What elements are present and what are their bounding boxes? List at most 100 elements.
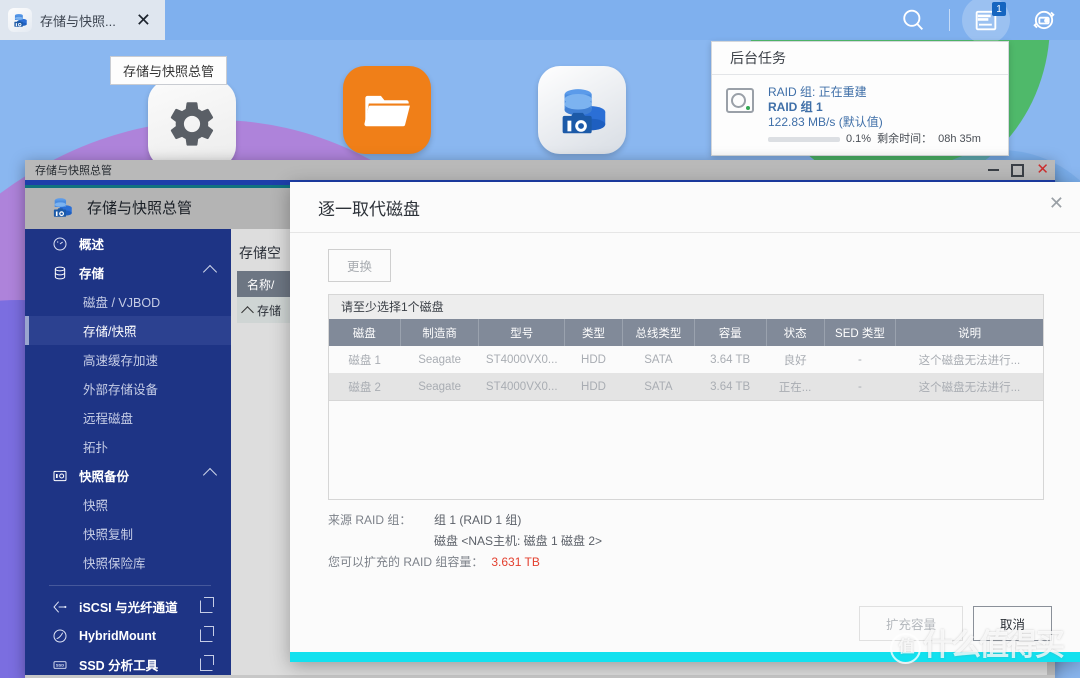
cell-remark: 这个磁盘无法进行... (895, 346, 1044, 373)
dialog-bottom-strip (290, 652, 1080, 662)
cell-capacity: 3.64 TB (694, 346, 767, 373)
column-header-status: 状态 (766, 319, 825, 346)
sidebar-item-remote-disk[interactable]: 远程磁盘 (25, 403, 231, 432)
sidebar-item-hybridmount[interactable]: HybridMount (25, 621, 231, 650)
background-task-badge: 1 (992, 2, 1006, 16)
sidebar-item-label: 磁盘 / VJBOD (83, 296, 161, 310)
chevron-up-icon[interactable] (202, 264, 218, 280)
column-header-vendor: 制造商 (400, 319, 480, 346)
window-titlebar[interactable]: 存储与快照总管 ✕ (25, 160, 1055, 180)
background-task-item[interactable]: RAID 组: 正在重建 RAID 组 1 122.83 MB/s (默认值) … (712, 75, 1008, 147)
hybridmount-glyph (53, 629, 67, 642)
window-controls: ✕ (988, 160, 1049, 180)
cell-vendor: Seagate (400, 373, 479, 401)
folder-icon (364, 95, 410, 127)
replace-button[interactable]: 更换 (328, 249, 392, 282)
info-row-disks: 磁盘 <NAS主机: 磁盘 1 磁盘 2> (328, 531, 1044, 552)
sidebar-item-overview[interactable]: 概述 (25, 229, 231, 258)
sidebar-item-snapshot-replica[interactable]: 快照复制 (25, 519, 231, 548)
sidebar-item-snapshot-backup[interactable]: 快照备份 (25, 461, 231, 490)
taskbar-divider (949, 9, 950, 31)
sidebar-item-label: 快照复制 (83, 528, 134, 542)
cell-vendor: Seagate (400, 346, 479, 373)
app-title: 存储与快照总管 (87, 199, 193, 217)
window-title: 存储与快照总管 (35, 165, 112, 177)
disk-task-icon (726, 88, 754, 113)
expandable-value: 3.631 TB (491, 555, 540, 569)
expandable-label: 您可以扩充的 RAID 组容量： (328, 555, 484, 569)
taskbar-tab-storage[interactable]: 存储与快照... ✕ (0, 0, 165, 40)
dialog-close-icon[interactable]: ✕ (1049, 194, 1064, 212)
maximize-icon[interactable] (1011, 163, 1025, 177)
disk-table-header-row: 磁盘 制造商 型号 类型 总线类型 容量 状态 SED 类型 说明 (328, 319, 1044, 346)
background-task-speed: 122.83 MB/s (默认值) (768, 115, 883, 129)
dialog-title: 逐一取代磁盘 (318, 199, 420, 219)
chevron-up-icon[interactable] (202, 467, 218, 483)
table-row[interactable]: 磁盘 1 Seagate ST4000VX0... HDD SATA 3.64 … (328, 346, 1044, 373)
cell-type: HDD (564, 346, 623, 373)
chevron-up-icon[interactable] (241, 305, 254, 319)
table-row[interactable]: 磁盘 2 Seagate ST4000VX0... HDD SATA 3.64 … (328, 373, 1044, 401)
background-task-text: RAID 组: 正在重建 RAID 组 1 122.83 MB/s (默认值) … (768, 85, 981, 147)
search-icon[interactable] (885, 0, 941, 40)
sidebar-item-iscsi-fibre[interactable]: iSCSI 与光纤通道 (25, 592, 231, 621)
remaining-value: 08h 35m (938, 133, 981, 145)
sidebar-item-external-storage[interactable]: 外部存储设备 (25, 374, 231, 403)
sidebar-item-snapshot[interactable]: 快照 (25, 490, 231, 519)
sidebar: 概述 存储 磁盘 / VJBOD 存储/快照 高速缓存加速 外部存储设备 远程磁… (25, 229, 231, 675)
taskbar-icon-group: 1 (885, 0, 1072, 44)
storage-app-icon (8, 8, 32, 32)
file-station-folder-icon[interactable] (343, 66, 431, 154)
expand-capacity-button[interactable]: 扩充容量 (858, 606, 963, 641)
sidebar-item-disks-vjbod[interactable]: 磁盘 / VJBOD (25, 287, 231, 316)
progress-bar (768, 137, 840, 142)
column-header-disk: 磁盘 (328, 319, 401, 346)
storage-snapshot-manager-icon[interactable] (538, 66, 626, 154)
cell-status: 良好 (766, 346, 825, 373)
dialog-info: 来源 RAID 组： 组 1 (RAID 1 组) 磁盘 <NAS主机: 磁盘 … (328, 510, 1044, 573)
taskbar-tab-label: 存储与快照... (40, 13, 116, 29)
background-task-panel: 后台任务 RAID 组: 正在重建 RAID 组 1 122.83 MB/s (… (711, 41, 1009, 156)
replace-disk-dialog: 逐一取代磁盘 ✕ 更换 请至少选择1个磁盘 磁盘 制造商 型号 类型 总线类型 … (290, 182, 1080, 662)
background-task-icon[interactable]: 1 (958, 0, 1014, 44)
column-header-remark: 说明 (895, 319, 1044, 346)
sidebar-item-label: 外部存储设备 (83, 383, 159, 397)
sidebar-item-label: HybridMount (79, 628, 157, 643)
column-header-model: 型号 (478, 319, 566, 346)
sidebar-divider (49, 585, 211, 586)
close-icon[interactable]: ✕ (136, 10, 151, 30)
cell-type: HDD (564, 373, 623, 401)
minimize-icon[interactable] (988, 169, 1000, 171)
cell-model: ST4000VX0... (478, 346, 565, 373)
sidebar-item-label: 高速缓存加速 (83, 354, 159, 368)
dialog-footer-buttons: 扩充容量 取消 (858, 606, 1052, 641)
sidebar-item-ssd-profiling[interactable]: SSD SSD 分析工具 (25, 650, 231, 675)
sidebar-item-storage[interactable]: 存储 (25, 258, 231, 287)
window-close-icon[interactable]: ✕ (1036, 162, 1049, 177)
sidebar-item-cache-acceleration[interactable]: 高速缓存加速 (25, 345, 231, 374)
database-icon (51, 264, 69, 282)
external-link-icon[interactable] (200, 626, 214, 642)
sidebar-item-storage-snapshots[interactable]: 存储/快照 (25, 316, 231, 345)
cell-status: 正在... (766, 373, 825, 401)
control-panel-gear-icon[interactable] (148, 80, 236, 168)
info-row-expandable: 您可以扩充的 RAID 组容量： 3.631 TB (328, 552, 1044, 573)
sidebar-item-snapshot-vault[interactable]: 快照保险库 (25, 548, 231, 577)
remaining-label: 剩余时间： (877, 133, 933, 145)
sidebar-item-label: 存储/快照 (83, 325, 137, 339)
progress-percent: 0.1% (846, 133, 872, 145)
transfer-sync-icon[interactable] (1016, 0, 1072, 40)
cancel-button[interactable]: 取消 (972, 606, 1052, 641)
external-link-icon[interactable] (200, 597, 214, 613)
cell-sed-type: - (824, 373, 896, 401)
sidebar-item-label: iSCSI 与光纤通道 (79, 601, 178, 615)
sidebar-item-topology[interactable]: 拓扑 (25, 432, 231, 461)
disks-value: 磁盘 <NAS主机: 磁盘 1 磁盘 2> (434, 534, 603, 548)
background-task-progress-row: 0.1% 剩余时间： 08h 35m (768, 132, 981, 147)
cell-capacity: 3.64 TB (694, 373, 767, 401)
column-header-sed-type: SED 类型 (824, 319, 897, 346)
sidebar-item-label: 概述 (79, 238, 105, 252)
sidebar-item-label: SSD 分析工具 (79, 659, 159, 673)
external-link-icon[interactable] (200, 655, 214, 671)
sidebar-item-label: 存储 (79, 267, 105, 281)
